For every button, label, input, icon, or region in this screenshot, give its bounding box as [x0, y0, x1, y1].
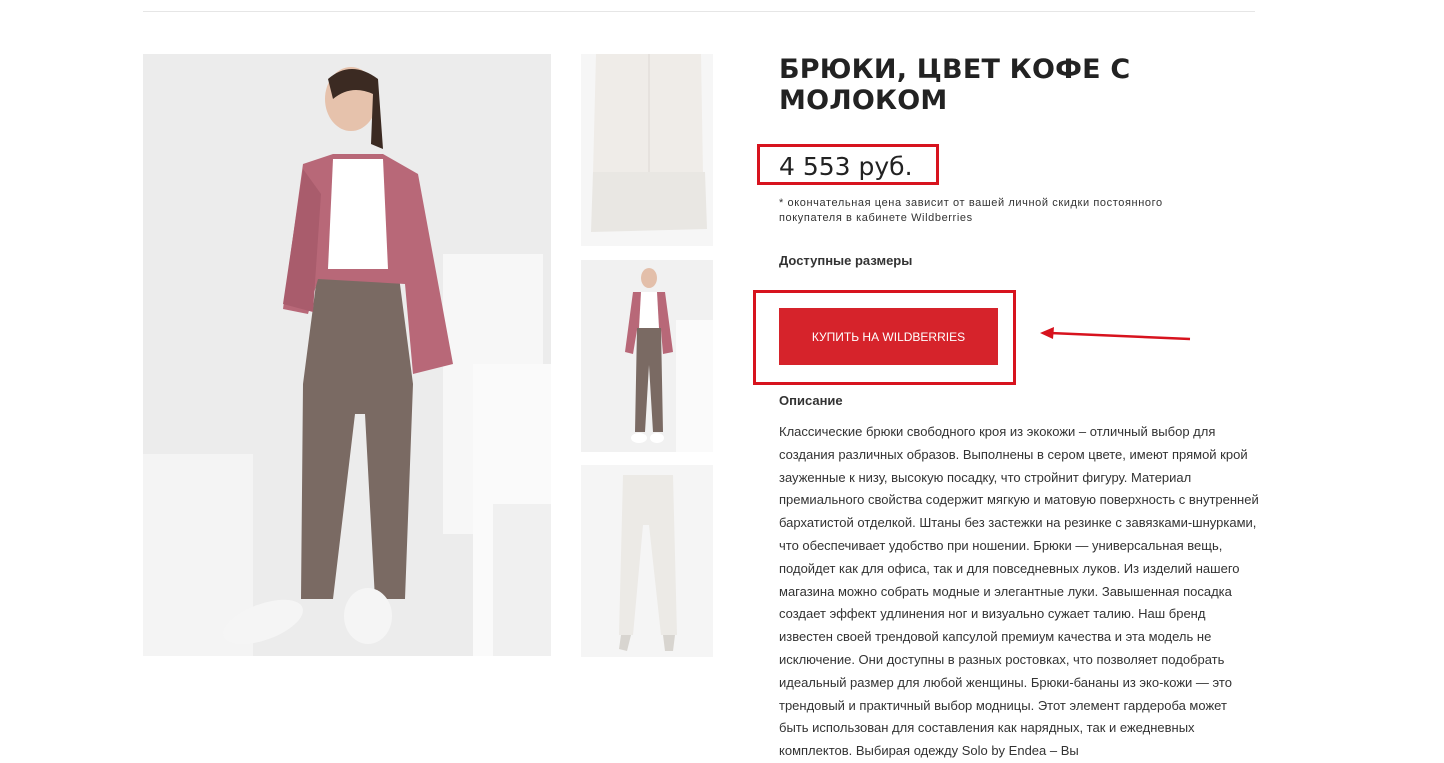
description-label: Описание	[779, 393, 843, 408]
thumbnail-pants-cuff[interactable]	[581, 54, 713, 246]
product-title: БРЮКИ, ЦВЕТ КОФЕ С МОЛОКОМ	[779, 54, 1131, 116]
thumbnail-light-pants[interactable]	[581, 465, 713, 657]
product-description: Классические брюки свободного кроя из эк…	[779, 424, 1259, 759]
product-price: 4 553 руб.	[779, 152, 913, 181]
available-sizes-label: Доступные размеры	[779, 253, 913, 268]
price-note: * окончательная цена зависит от вашей ли…	[779, 197, 1163, 224]
arrow-pointer-icon	[1040, 327, 1191, 341]
thumbnail-full-outfit[interactable]	[581, 260, 713, 452]
main-product-image[interactable]	[143, 54, 551, 656]
buy-on-wildberries-button[interactable]: КУПИТЬ НА WILDBERRIES	[779, 308, 998, 365]
top-divider	[143, 11, 1255, 12]
